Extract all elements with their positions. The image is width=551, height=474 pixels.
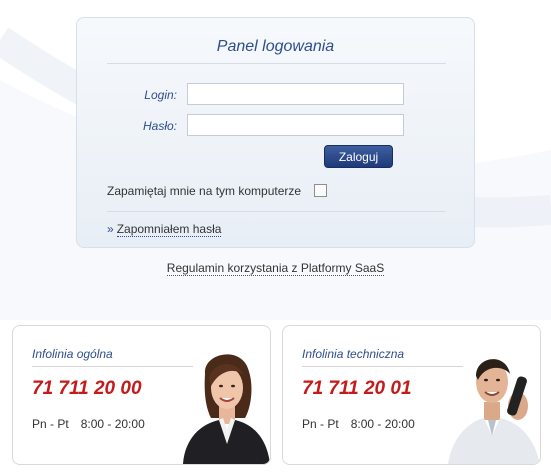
remember-me-checkbox[interactable]: [314, 184, 327, 197]
forgot-arrow-icon: »: [107, 222, 114, 236]
opening-time: 8:00 - 20:00: [350, 417, 415, 431]
woman-consultant-photo: [183, 354, 270, 464]
divider: [107, 63, 446, 64]
forgot-password-link[interactable]: » Zapomniałem hasła: [107, 222, 222, 237]
login-input[interactable]: [187, 83, 404, 105]
forgot-password-label: Zapomniałem hasła: [116, 222, 222, 237]
phone-number: 71 711 20 00: [32, 378, 142, 399]
login-panel: Panel logowania Login: Hasło: Zaloguj Za…: [76, 17, 475, 248]
technical-hotline-card: Infolinia techniczna 71 711 20 01 Pn - P…: [282, 325, 541, 465]
password-input[interactable]: [187, 114, 404, 136]
remember-me-label: Zapamiętaj mnie na tym komputerze: [107, 184, 302, 198]
opening-hours: Pn - Pt 8:00 - 20:00: [32, 417, 145, 431]
card-title: Infolinia techniczna: [302, 347, 405, 361]
phone-number: 71 711 20 01: [302, 378, 412, 399]
divider: [32, 366, 193, 367]
login-label: Login:: [144, 88, 177, 102]
opening-hours: Pn - Pt 8:00 - 20:00: [302, 417, 415, 431]
panel-title: Panel logowania: [216, 38, 335, 55]
terms-link[interactable]: Regulamin korzystania z Platformy SaaS: [166, 261, 385, 276]
divider: [302, 366, 463, 367]
opening-days: Pn - Pt: [302, 417, 339, 431]
divider: [107, 211, 446, 212]
login-button[interactable]: Zaloguj: [324, 145, 393, 168]
card-title: Infolinia ogólna: [32, 347, 113, 361]
terms-link-row: Regulamin korzystania z Platformy SaaS: [0, 261, 551, 276]
password-label: Hasło:: [142, 119, 177, 133]
opening-days: Pn - Pt: [32, 417, 69, 431]
opening-time: 8:00 - 20:00: [80, 417, 145, 431]
man-on-phone-photo: [448, 359, 540, 464]
general-hotline-card: Infolinia ogólna 71 711 20 00 Pn - Pt 8:0…: [12, 325, 271, 465]
